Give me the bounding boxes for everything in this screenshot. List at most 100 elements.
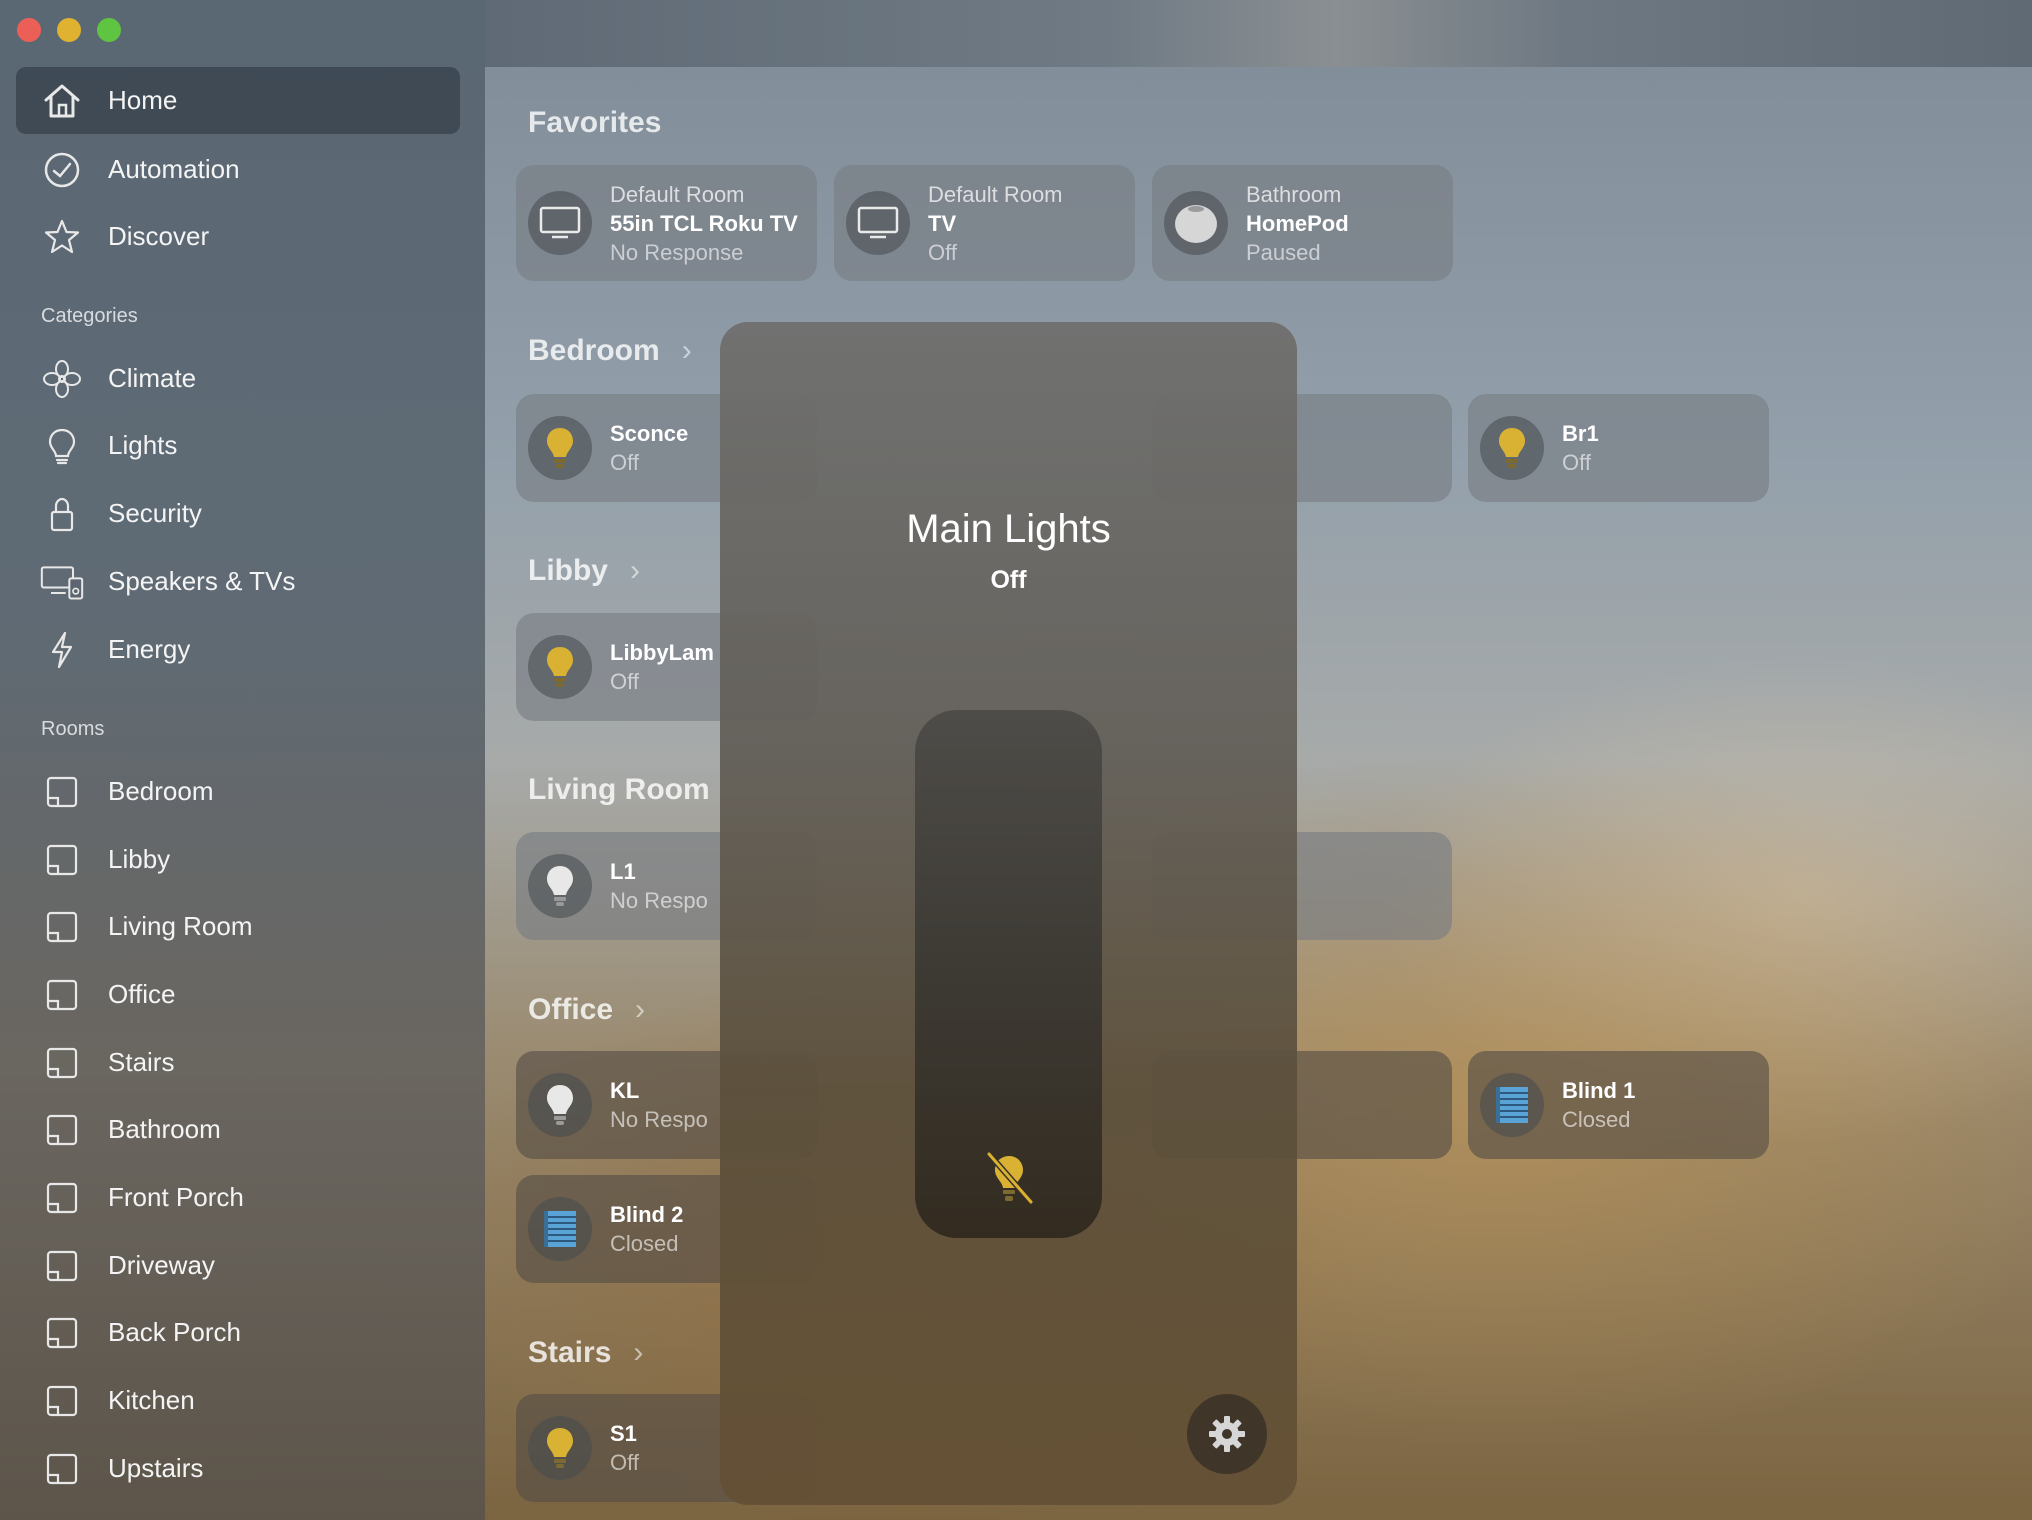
sidebar-item-label: Libby (108, 844, 171, 874)
gear-icon (1209, 1416, 1245, 1452)
star-icon (40, 215, 84, 259)
lightbulb-icon (528, 1073, 592, 1137)
lightbulb-icon (40, 424, 84, 468)
window-titlebar (485, 0, 2032, 67)
lightbulb-icon (528, 1416, 592, 1480)
tile-name: Sconce (610, 421, 689, 446)
room-icon (40, 838, 84, 882)
tv-icon (846, 191, 910, 255)
sidebar-item-label: Front Porch (108, 1182, 244, 1212)
blinds-icon (1480, 1073, 1544, 1137)
sidebar-item-energy[interactable]: Energy (16, 616, 460, 683)
sidebar-item-label: Discover (108, 221, 210, 251)
sidebar-item-home[interactable]: Home (16, 67, 460, 134)
accessory-tile[interactable]: Blind 1 Closed (1468, 1051, 1769, 1159)
close-window-button[interactable] (17, 18, 41, 42)
house-icon (40, 79, 84, 123)
accessory-detail-modal: Main Lights Off (720, 322, 1297, 1505)
modal-status: Off (990, 566, 1027, 594)
chevron-right-icon: › (681, 334, 692, 367)
tile-status: Off (928, 239, 957, 265)
tile-room: Default Room (928, 181, 1063, 207)
sidebar-item-label: Speakers & TVs (108, 566, 296, 596)
room-icon (40, 1176, 84, 1220)
tile-name: L1 (610, 859, 636, 884)
tile-status: Closed (1562, 1107, 1631, 1132)
section-office[interactable]: Office › (528, 993, 645, 1027)
sidebar-item-lights[interactable]: Lights (16, 412, 460, 479)
accessory-tile[interactable]: Default Room TV Off (834, 165, 1135, 281)
sidebar-item-discover[interactable]: Discover (16, 203, 460, 270)
sidebar-item-room[interactable]: Back Porch (16, 1299, 460, 1366)
accessory-tile[interactable]: Default Room 55in TCL Roku TV No Response (516, 165, 817, 281)
sidebar-item-room[interactable]: Office (16, 961, 460, 1028)
sidebar-item-climate[interactable]: Climate (16, 345, 460, 412)
homepod-icon (1164, 191, 1228, 255)
sidebar-item-label: Security (108, 498, 202, 528)
tile-status: No Response (610, 239, 744, 265)
tile-room: Default Room (610, 181, 745, 207)
sidebar-item-label: Upstairs (108, 1453, 204, 1483)
sidebar-item-room[interactable]: Kitchen (16, 1367, 460, 1434)
room-icon (40, 973, 84, 1017)
tile-name: KL (610, 1078, 640, 1103)
sidebar-item-security[interactable]: Security (16, 480, 460, 547)
lightbulb-icon (1480, 416, 1544, 480)
minimize-window-button[interactable] (57, 18, 81, 42)
tile-name: TV (928, 210, 957, 236)
sidebar-item-label: Bathroom (108, 1114, 221, 1144)
chevron-right-icon: › (630, 554, 640, 587)
tile-status: Paused (1246, 239, 1321, 265)
sidebar-item-room[interactable]: Upstairs (16, 1435, 460, 1502)
lightbulb-icon (528, 416, 592, 480)
sidebar-item-label: Back Porch (108, 1317, 241, 1347)
tile-room: Bathroom (1246, 181, 1342, 207)
settings-button[interactable] (1187, 1394, 1267, 1474)
tile-status: Closed (610, 1231, 679, 1256)
sidebar-item-automation[interactable]: Automation (16, 136, 460, 203)
clock-check-icon (40, 148, 84, 192)
sidebar-item-label: Bedroom (108, 776, 214, 806)
sidebar-item-room[interactable]: Bedroom (16, 758, 460, 825)
lightbulb-off-icon (981, 1150, 1037, 1216)
tile-status: Off (610, 1450, 639, 1475)
sidebar-item-label: Energy (108, 634, 191, 664)
zoom-window-button[interactable] (97, 18, 121, 42)
sidebar-item-room[interactable]: Front Porch (16, 1164, 460, 1231)
tile-status: Off (1562, 450, 1591, 475)
room-icon (40, 905, 84, 949)
tile-name: LibbyLam (610, 640, 714, 665)
brightness-slider[interactable] (915, 710, 1102, 1238)
sidebar-item-speakers-tvs[interactable]: Speakers & TVs (16, 548, 460, 615)
sidebar-item-label: Stairs (108, 1047, 175, 1077)
tile-name: Blind 2 (610, 1202, 684, 1227)
sidebar-item-label: Home (108, 85, 178, 115)
lock-icon (40, 492, 84, 536)
tile-status: Off (610, 669, 639, 694)
accessory-tile[interactable]: Br1 Off (1468, 394, 1769, 502)
section-libby[interactable]: Libby › (528, 554, 640, 588)
sidebar-item-room[interactable]: Libby (16, 826, 460, 893)
lightbulb-icon (528, 854, 592, 918)
section-living-room[interactable]: Living Room (528, 773, 710, 807)
sidebar-item-room[interactable]: Living Room (16, 893, 460, 960)
tile-status: No Respo (610, 1107, 708, 1132)
tile-name: 55in TCL Roku TV (610, 210, 798, 236)
section-stairs[interactable]: Stairs › (528, 1336, 643, 1370)
sidebar-item-label: Office (108, 979, 176, 1009)
chevron-right-icon: › (635, 993, 646, 1026)
accessory-tile[interactable]: Bathroom HomePod Paused (1152, 165, 1453, 281)
sidebar-item-room[interactable]: Stairs (16, 1029, 460, 1096)
sidebar-item-label: Automation (108, 154, 240, 184)
sidebar-item-label: Lights (108, 430, 178, 460)
room-icon (40, 1379, 84, 1423)
tile-name: Br1 (1562, 421, 1599, 446)
tile-status: No Respo (610, 888, 708, 913)
sidebar: Home Automation Discover Categories Clim… (0, 0, 485, 1520)
section-bedroom[interactable]: Bedroom › (528, 334, 692, 368)
sidebar-item-room[interactable]: Bathroom (16, 1096, 460, 1163)
sidebar-item-room[interactable]: Driveway (16, 1232, 460, 1299)
lightbulb-icon (528, 635, 592, 699)
rooms-header: Rooms (41, 718, 105, 740)
tile-name: Blind 1 (1562, 1078, 1636, 1103)
